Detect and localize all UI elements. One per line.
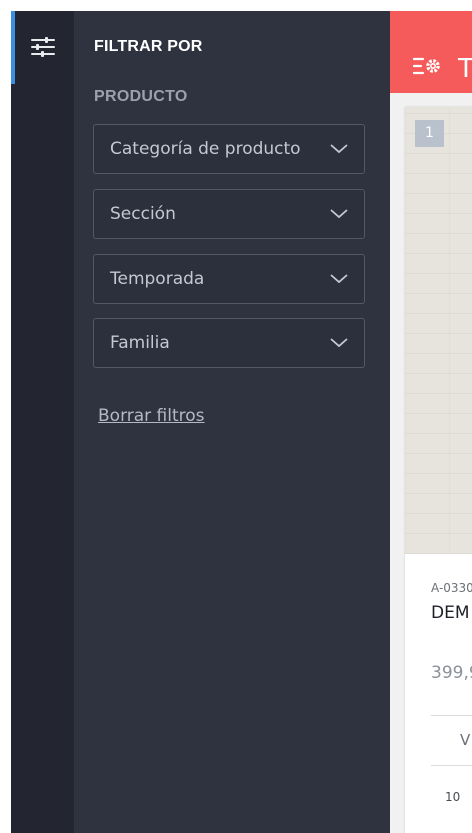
chevron-down-icon — [330, 274, 348, 284]
active-indicator — [11, 11, 15, 84]
main-content: T 1 A-0330 DEM 399,9 V 10 — [390, 11, 472, 833]
top-bar: T — [390, 11, 472, 93]
filter-panel: FILTRAR POR PRODUCTO Categoría de produc… — [74, 11, 390, 833]
panel-title: FILTRAR POR — [94, 38, 203, 55]
clear-filters-link[interactable]: Borrar filtros — [98, 406, 205, 426]
sliders-icon — [31, 37, 55, 57]
divider — [431, 765, 472, 766]
category-select-label: Categoría de producto — [110, 139, 301, 159]
product-reference: A-0330 — [431, 581, 472, 595]
section-select[interactable]: Sección — [93, 189, 365, 239]
product-card[interactable]: 1 A-0330 DEM 399,9 V 10 — [405, 107, 472, 833]
family-select-label: Familia — [110, 333, 170, 353]
divider — [431, 715, 472, 716]
section-select-label: Sección — [110, 204, 176, 224]
chevron-down-icon — [330, 338, 348, 348]
season-select-label: Temporada — [110, 269, 205, 289]
family-select[interactable]: Familia — [93, 318, 365, 368]
page-title: T — [458, 54, 472, 84]
icon-rail — [11, 11, 74, 833]
chevron-down-icon — [330, 144, 348, 154]
product-image[interactable]: 1 — [405, 107, 472, 554]
filter-toggle-button[interactable] — [26, 33, 60, 61]
list-settings-icon[interactable] — [412, 56, 444, 76]
season-select[interactable]: Temporada — [93, 254, 365, 304]
category-select[interactable]: Categoría de producto — [93, 124, 365, 174]
product-name: DEM — [431, 603, 470, 623]
section-heading-producto: PRODUCTO — [94, 88, 188, 105]
product-price: 399,9 — [431, 663, 472, 683]
product-badge: 1 — [415, 120, 444, 147]
table-cell: 10 — [445, 790, 461, 804]
chevron-down-icon — [330, 209, 348, 219]
table-column-header: V — [460, 731, 471, 749]
